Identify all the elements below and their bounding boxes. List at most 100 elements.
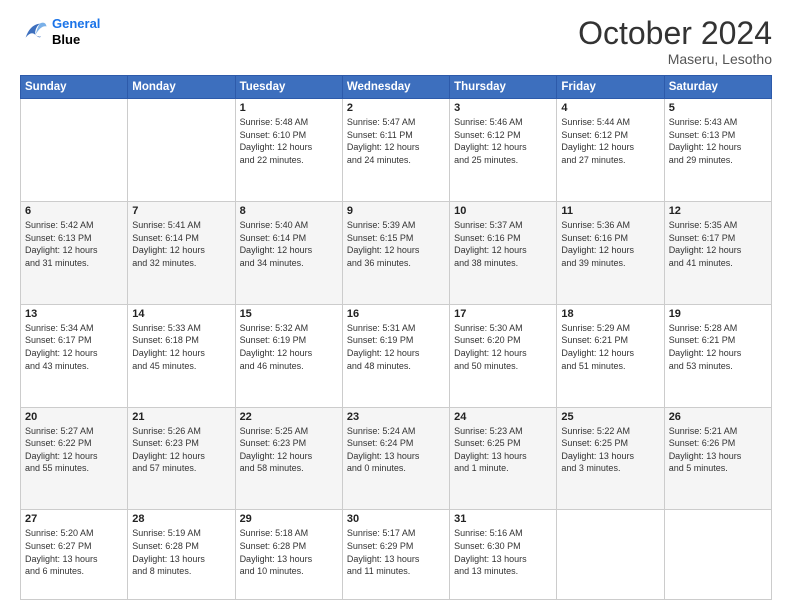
- calendar-cell: 8 Sunrise: 5:40 AM Sunset: 6:14 PM Daylig…: [235, 202, 342, 305]
- cell-content: Sunrise: 5:27 AM Sunset: 6:22 PM Dayligh…: [25, 425, 123, 475]
- cell-content: Sunrise: 5:21 AM Sunset: 6:26 PM Dayligh…: [669, 425, 767, 475]
- cell-content: Sunrise: 5:19 AM Sunset: 6:28 PM Dayligh…: [132, 527, 230, 577]
- day-number: 13: [25, 308, 123, 320]
- day-of-week-header: Wednesday: [342, 76, 449, 99]
- location: Maseru, Lesotho: [578, 51, 772, 67]
- page: General Blue October 2024 Maseru, Lesoth…: [0, 0, 792, 612]
- logo-line2: Blue: [52, 32, 100, 48]
- day-number: 5: [669, 102, 767, 114]
- cell-content: Sunrise: 5:30 AM Sunset: 6:20 PM Dayligh…: [454, 322, 552, 372]
- cell-content: Sunrise: 5:31 AM Sunset: 6:19 PM Dayligh…: [347, 322, 445, 372]
- cell-content: Sunrise: 5:33 AM Sunset: 6:18 PM Dayligh…: [132, 322, 230, 372]
- cell-content: Sunrise: 5:22 AM Sunset: 6:25 PM Dayligh…: [561, 425, 659, 475]
- cell-content: Sunrise: 5:16 AM Sunset: 6:30 PM Dayligh…: [454, 527, 552, 577]
- calendar-cell: 31 Sunrise: 5:16 AM Sunset: 6:30 PM Dayli…: [450, 510, 557, 600]
- cell-content: Sunrise: 5:26 AM Sunset: 6:23 PM Dayligh…: [132, 425, 230, 475]
- day-number: 16: [347, 308, 445, 320]
- cell-content: Sunrise: 5:23 AM Sunset: 6:25 PM Dayligh…: [454, 425, 552, 475]
- day-number: 12: [669, 205, 767, 217]
- day-number: 15: [240, 308, 338, 320]
- day-of-week-header: Sunday: [21, 76, 128, 99]
- day-number: 11: [561, 205, 659, 217]
- calendar-cell: 2 Sunrise: 5:47 AM Sunset: 6:11 PM Daylig…: [342, 99, 449, 202]
- day-number: 28: [132, 513, 230, 525]
- day-number: 23: [347, 411, 445, 423]
- day-number: 29: [240, 513, 338, 525]
- cell-content: Sunrise: 5:35 AM Sunset: 6:17 PM Dayligh…: [669, 219, 767, 269]
- day-of-week-header: Monday: [128, 76, 235, 99]
- calendar-cell: 27Sunrise: 5:20 AM Sunset: 6:27 PM Dayli…: [21, 510, 128, 600]
- day-of-week-header: Thursday: [450, 76, 557, 99]
- logo-line1: General: [52, 16, 100, 31]
- calendar-cell: 7Sunrise: 5:41 AM Sunset: 6:14 PM Daylig…: [128, 202, 235, 305]
- day-number: 3: [454, 102, 552, 114]
- cell-content: Sunrise: 5:46 AM Sunset: 6:12 PM Dayligh…: [454, 116, 552, 166]
- calendar-cell: 23 Sunrise: 5:24 AM Sunset: 6:24 PM Dayli…: [342, 407, 449, 510]
- calendar-week-row: 1Sunrise: 5:48 AM Sunset: 6:10 PM Daylig…: [21, 99, 772, 202]
- cell-content: Sunrise: 5:47 AM Sunset: 6:11 PM Dayligh…: [347, 116, 445, 166]
- day-number: 4: [561, 102, 659, 114]
- calendar-week-row: 6Sunrise: 5:42 AM Sunset: 6:13 PM Daylig…: [21, 202, 772, 305]
- cell-content: Sunrise: 5:24 AM Sunset: 6:24 PM Dayligh…: [347, 425, 445, 475]
- cell-content: Sunrise: 5:43 AM Sunset: 6:13 PM Dayligh…: [669, 116, 767, 166]
- logo-icon: [20, 18, 48, 46]
- day-number: 30: [347, 513, 445, 525]
- cell-content: Sunrise: 5:18 AM Sunset: 6:28 PM Dayligh…: [240, 527, 338, 577]
- day-number: 20: [25, 411, 123, 423]
- cell-content: Sunrise: 5:40 AM Sunset: 6:14 PM Dayligh…: [240, 219, 338, 269]
- calendar-header-row: SundayMondayTuesdayWednesdayThursdayFrid…: [21, 76, 772, 99]
- calendar-cell: [664, 510, 771, 600]
- day-number: 14: [132, 308, 230, 320]
- calendar-cell: 16 Sunrise: 5:31 AM Sunset: 6:19 PM Dayli…: [342, 304, 449, 407]
- calendar-cell: 18 Sunrise: 5:29 AM Sunset: 6:21 PM Dayli…: [557, 304, 664, 407]
- day-number: 19: [669, 308, 767, 320]
- logo-text: General Blue: [52, 16, 100, 47]
- cell-content: Sunrise: 5:44 AM Sunset: 6:12 PM Dayligh…: [561, 116, 659, 166]
- calendar-week-row: 20 Sunrise: 5:27 AM Sunset: 6:22 PM Dayli…: [21, 407, 772, 510]
- calendar-cell: 12 Sunrise: 5:35 AM Sunset: 6:17 PM Dayli…: [664, 202, 771, 305]
- month-title: October 2024: [578, 16, 772, 51]
- calendar-cell: [128, 99, 235, 202]
- title-block: October 2024 Maseru, Lesotho: [578, 16, 772, 67]
- day-number: 2: [347, 102, 445, 114]
- calendar-cell: 6Sunrise: 5:42 AM Sunset: 6:13 PM Daylig…: [21, 202, 128, 305]
- cell-content: Sunrise: 5:36 AM Sunset: 6:16 PM Dayligh…: [561, 219, 659, 269]
- calendar-cell: 11 Sunrise: 5:36 AM Sunset: 6:16 PM Dayli…: [557, 202, 664, 305]
- calendar-table: SundayMondayTuesdayWednesdayThursdayFrid…: [20, 75, 772, 600]
- calendar-cell: 19Sunrise: 5:28 AM Sunset: 6:21 PM Dayli…: [664, 304, 771, 407]
- calendar-cell: 22Sunrise: 5:25 AM Sunset: 6:23 PM Dayli…: [235, 407, 342, 510]
- day-number: 31: [454, 513, 552, 525]
- cell-content: Sunrise: 5:25 AM Sunset: 6:23 PM Dayligh…: [240, 425, 338, 475]
- day-number: 17: [454, 308, 552, 320]
- cell-content: Sunrise: 5:39 AM Sunset: 6:15 PM Dayligh…: [347, 219, 445, 269]
- calendar-cell: [557, 510, 664, 600]
- day-number: 10: [454, 205, 552, 217]
- calendar-cell: 4 Sunrise: 5:44 AM Sunset: 6:12 PM Daylig…: [557, 99, 664, 202]
- day-number: 18: [561, 308, 659, 320]
- calendar-cell: 15 Sunrise: 5:32 AM Sunset: 6:19 PM Dayli…: [235, 304, 342, 407]
- cell-content: Sunrise: 5:37 AM Sunset: 6:16 PM Dayligh…: [454, 219, 552, 269]
- day-number: 9: [347, 205, 445, 217]
- calendar-cell: 20 Sunrise: 5:27 AM Sunset: 6:22 PM Dayli…: [21, 407, 128, 510]
- calendar-cell: 5 Sunrise: 5:43 AM Sunset: 6:13 PM Daylig…: [664, 99, 771, 202]
- calendar-cell: 1Sunrise: 5:48 AM Sunset: 6:10 PM Daylig…: [235, 99, 342, 202]
- day-number: 21: [132, 411, 230, 423]
- day-number: 24: [454, 411, 552, 423]
- calendar-cell: 9 Sunrise: 5:39 AM Sunset: 6:15 PM Daylig…: [342, 202, 449, 305]
- calendar-cell: 30 Sunrise: 5:17 AM Sunset: 6:29 PM Dayli…: [342, 510, 449, 600]
- day-number: 7: [132, 205, 230, 217]
- calendar-cell: 14 Sunrise: 5:33 AM Sunset: 6:18 PM Dayli…: [128, 304, 235, 407]
- calendar-cell: 21 Sunrise: 5:26 AM Sunset: 6:23 PM Dayli…: [128, 407, 235, 510]
- calendar-cell: 3 Sunrise: 5:46 AM Sunset: 6:12 PM Daylig…: [450, 99, 557, 202]
- day-number: 1: [240, 102, 338, 114]
- day-of-week-header: Saturday: [664, 76, 771, 99]
- logo: General Blue: [20, 16, 100, 47]
- cell-content: Sunrise: 5:17 AM Sunset: 6:29 PM Dayligh…: [347, 527, 445, 577]
- day-number: 8: [240, 205, 338, 217]
- calendar-week-row: 13Sunrise: 5:34 AM Sunset: 6:17 PM Dayli…: [21, 304, 772, 407]
- cell-content: Sunrise: 5:29 AM Sunset: 6:21 PM Dayligh…: [561, 322, 659, 372]
- cell-content: Sunrise: 5:32 AM Sunset: 6:19 PM Dayligh…: [240, 322, 338, 372]
- calendar-cell: 13Sunrise: 5:34 AM Sunset: 6:17 PM Dayli…: [21, 304, 128, 407]
- cell-content: Sunrise: 5:20 AM Sunset: 6:27 PM Dayligh…: [25, 527, 123, 577]
- header: General Blue October 2024 Maseru, Lesoth…: [20, 16, 772, 67]
